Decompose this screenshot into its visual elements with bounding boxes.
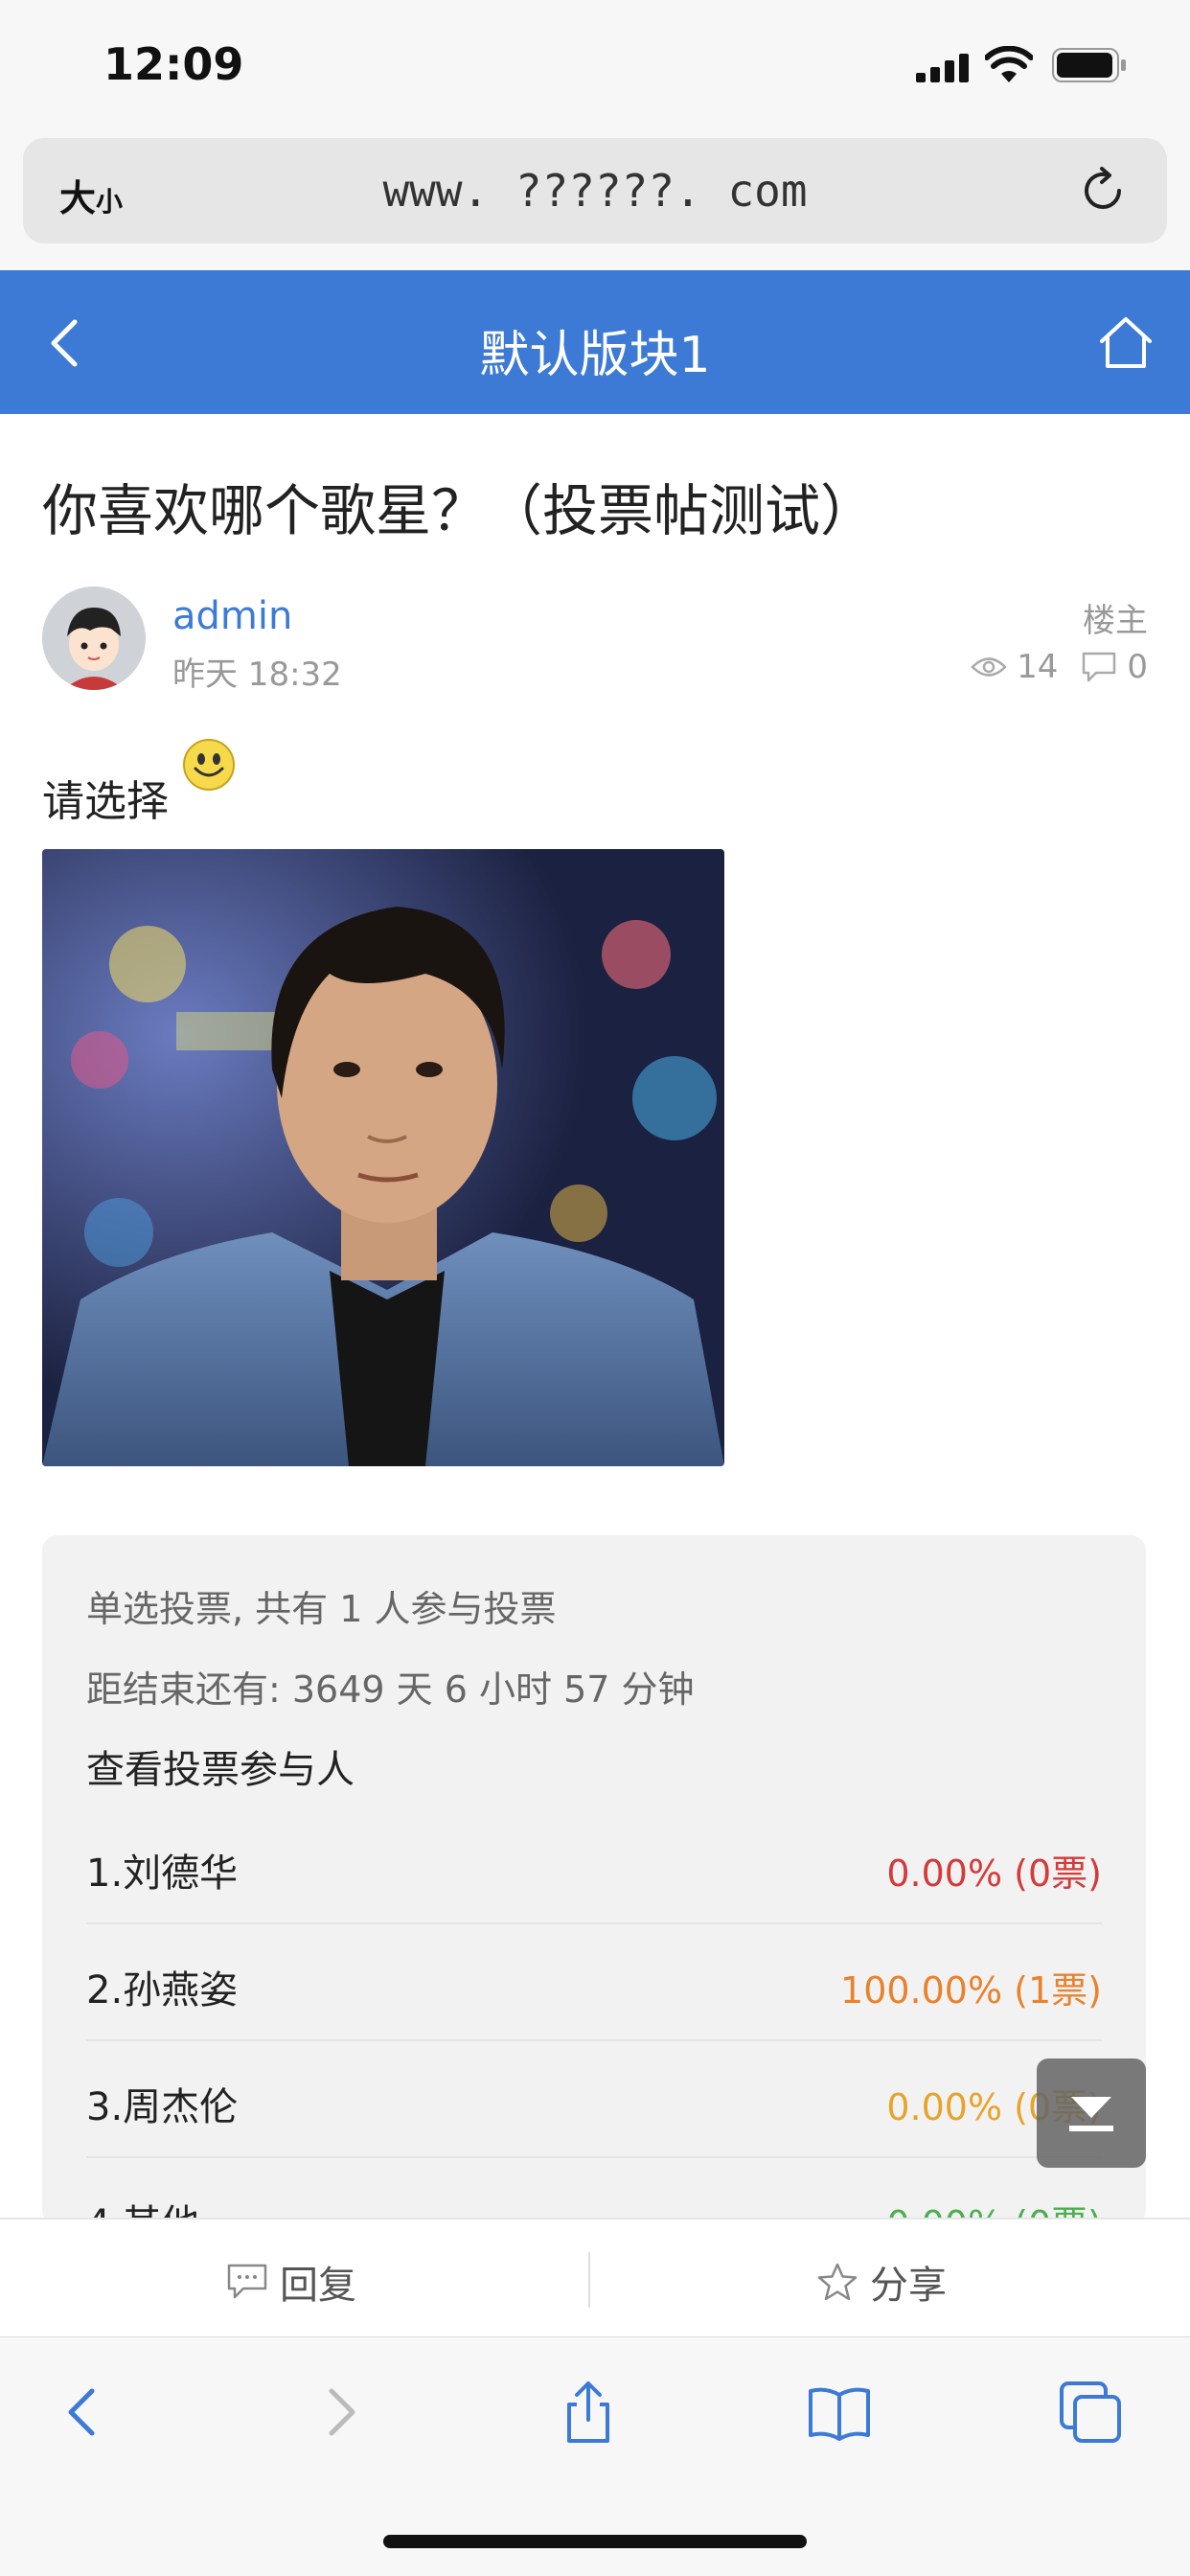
poll-option-result: 100.00% (1票) (840, 1969, 1102, 2012)
view-voters-link[interactable]: 查看投票参与人 (86, 1738, 355, 1794)
post-time: 昨天 18:32 (172, 656, 342, 694)
board-title: 默认版块1 (479, 327, 711, 384)
avatar-image (42, 586, 146, 690)
poll-option[interactable]: 2.孙燕姿 100.00% (1票) (86, 1924, 1102, 2041)
book-icon[interactable] (805, 2378, 874, 2447)
poll-option-name: 2.孙燕姿 (86, 1968, 239, 2012)
reply-count: 0 (1127, 648, 1148, 686)
post-stats: 14 0 (971, 648, 1148, 686)
comment-icon (227, 2264, 267, 2299)
reply-label: 回复 (280, 2264, 356, 2308)
smiley-icon (183, 739, 235, 791)
home-indicator (383, 2535, 807, 2548)
url-text[interactable]: www. ??????. com (23, 165, 1167, 217)
post-image[interactable] (42, 849, 724, 1466)
poll-remaining: 距结束还有: 3649 天 6 小时 57 分钟 (86, 1668, 695, 1711)
reload-icon[interactable] (1077, 165, 1129, 217)
star-icon (817, 2263, 858, 2301)
signal-icon (916, 54, 969, 82)
avatar[interactable] (42, 586, 146, 690)
status-time: 12:09 (103, 38, 244, 90)
share-label: 分享 (870, 2264, 947, 2308)
poll-option[interactable]: 1.刘德华 0.00% (0票) (86, 1807, 1102, 1924)
poll-option-result: 0.00% (0票) (886, 1852, 1102, 1895)
view-count: 14 (1017, 648, 1059, 686)
wifi-icon (985, 46, 1033, 82)
poll-box: 单选投票, 共有 1 人参与投票 距结束还有: 3649 天 6 小时 57 分… (42, 1535, 1146, 2225)
post-title: 你喜欢哪个歌星？（投票帖测试） (42, 478, 877, 543)
poll-option[interactable]: 4.其他 0.00% (0票) (86, 2158, 1102, 2225)
action-divider (588, 2252, 590, 2308)
author-name[interactable]: admin (172, 594, 292, 638)
singer-photo (42, 849, 724, 1466)
poll-option-name: 1.刘德华 (86, 1852, 239, 1896)
poll-summary: 单选投票, 共有 1 人参与投票 (86, 1588, 557, 1630)
home-icon[interactable] (1096, 312, 1156, 372)
share-button[interactable]: 分享 (816, 2254, 947, 2310)
comment-icon (1083, 652, 1116, 682)
browser-toolbar (0, 2336, 1190, 2576)
poll-option-name: 3.周杰伦 (86, 2085, 239, 2129)
scroll-to-bottom-button[interactable] (1037, 2058, 1146, 2168)
poll-option[interactable]: 3.周杰伦 0.00% (0票) (86, 2041, 1102, 2158)
forum-header: 默认版块1 (0, 270, 1190, 414)
battery-icon (1052, 48, 1126, 82)
floor-label: 楼主 (1083, 602, 1148, 640)
browser-forward-icon[interactable] (307, 2378, 376, 2447)
browser-chrome: 大小 www. ??????. com (0, 134, 1190, 270)
tabs-icon[interactable] (1056, 2378, 1125, 2447)
share-icon[interactable] (554, 2378, 623, 2447)
browser-back-icon[interactable] (48, 2378, 117, 2447)
post-content-text: 请选择 (42, 777, 169, 826)
reply-button[interactable]: 回复 (226, 2254, 356, 2310)
post-action-bar: 回复 分享 (0, 2218, 1190, 2336)
eye-icon (971, 657, 1007, 677)
status-bar: 12:09 (0, 0, 1190, 134)
scroll-to-bottom-icon (1069, 2097, 1113, 2131)
address-bar[interactable]: 大小 www. ??????. com (23, 138, 1167, 243)
